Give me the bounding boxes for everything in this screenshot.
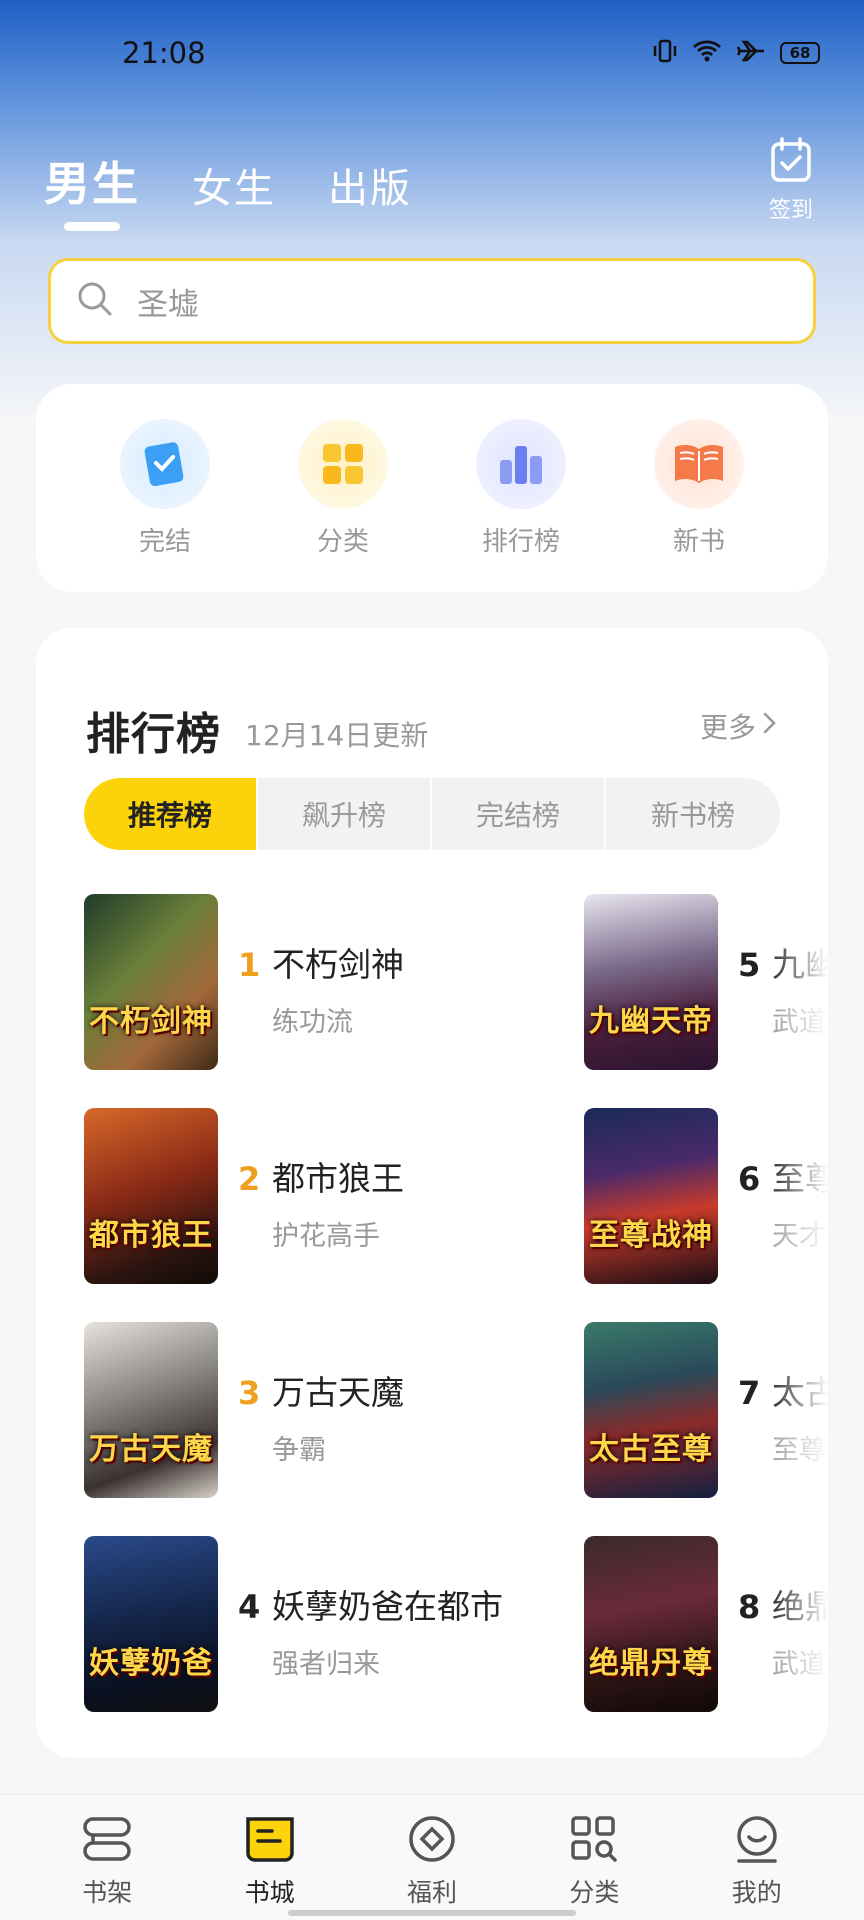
nav-bookshelf[interactable]: 书架 — [52, 1795, 162, 1920]
tab-finished[interactable]: 完结榜 — [432, 778, 606, 850]
ranking-tabs: 推荐榜 飙升榜 完结榜 新书榜 — [84, 778, 780, 850]
book-genre: 争霸 — [272, 1435, 326, 1466]
quick-link-newbooks[interactable]: 新书 — [629, 418, 769, 558]
rank-number: 4 — [238, 1588, 261, 1626]
profile-icon — [729, 1811, 785, 1871]
cover-title: 不朽剑神 — [89, 1004, 213, 1039]
quick-link-ranking[interactable]: 排行榜 — [451, 418, 591, 558]
book-title: 妖孽奶爸在都市 — [272, 1587, 503, 1626]
channel-tabs: 男生 女生 出版 — [44, 148, 464, 231]
cover-title: 绝鼎丹尊 — [589, 1646, 713, 1681]
tab-male[interactable]: 男生 — [44, 148, 140, 231]
book-cover: 太古至尊 — [584, 1322, 718, 1498]
cover-title: 九幽天帝 — [589, 1004, 713, 1039]
quick-link-label: 新书 — [672, 526, 725, 557]
book-cover: 绝鼎丹尊 — [584, 1536, 718, 1712]
bar-chart-icon — [476, 418, 566, 509]
ranking-title: 排行榜 — [86, 709, 221, 760]
bookshelf-icon — [79, 1811, 135, 1871]
book-item[interactable]: 万古天魔 3 万古天魔 争霸 — [84, 1322, 404, 1498]
cover-title: 万古天魔 — [89, 1432, 213, 1467]
cover-title: 太古至尊 — [589, 1432, 713, 1467]
book-title: 不朽剑神 — [272, 945, 404, 984]
book-title: 都市狼王 — [272, 1159, 404, 1198]
calendar-check-icon — [769, 137, 813, 188]
cover-title: 妖孽奶爸 — [89, 1646, 213, 1681]
book-cover: 万古天魔 — [84, 1322, 218, 1498]
book-genre: 护花高手 — [272, 1221, 380, 1252]
book-genre: 练功流 — [272, 1007, 353, 1038]
rank-number: 2 — [238, 1160, 261, 1198]
quick-link-finished[interactable]: 完结 — [95, 418, 235, 558]
cover-title: 都市狼王 — [89, 1218, 213, 1253]
book-genre: 强者归来 — [272, 1649, 380, 1680]
ranking-card: 排行榜 12月14日更新 更多 推荐榜 飙升榜 完结榜 新书榜 不朽剑神 1 不朽… — [36, 628, 828, 1758]
nav-welfare[interactable]: 福利 — [377, 1795, 487, 1920]
nav-label: 我的 — [731, 1878, 782, 1907]
nav-label: 书城 — [244, 1878, 295, 1907]
cover-title: 至尊战神 — [589, 1218, 713, 1253]
tab-recommend[interactable]: 推荐榜 — [84, 778, 258, 850]
status-time: 21:08 — [122, 36, 206, 70]
quick-link-label: 分类 — [316, 526, 369, 557]
signin-button[interactable]: 签到 — [762, 136, 820, 224]
chevron-right-icon — [762, 710, 778, 743]
nav-profile[interactable]: 我的 — [702, 1795, 812, 1920]
quick-link-label: 完结 — [138, 526, 191, 557]
nav-label: 福利 — [406, 1878, 457, 1907]
nav-label: 书架 — [82, 1878, 133, 1907]
nav-category[interactable]: 分类 — [539, 1795, 649, 1920]
tab-rising[interactable]: 飙升榜 — [258, 778, 432, 850]
wifi-icon — [692, 38, 722, 68]
bookstore-icon — [242, 1811, 298, 1871]
search-icon — [75, 279, 115, 323]
status-bar: 21:08 68 — [0, 0, 864, 110]
nav-bookstore[interactable]: 书城 — [215, 1795, 325, 1920]
scroll-fade — [768, 858, 828, 1758]
rank-number: 8 — [738, 1588, 761, 1626]
rank-number: 5 — [738, 946, 761, 984]
book-item[interactable]: 妖孽奶爸 4 妖孽奶爸在都市 强者归来 — [84, 1536, 503, 1712]
battery-indicator: 68 — [780, 42, 820, 64]
airplane-icon — [736, 38, 766, 68]
nav-label: 分类 — [569, 1878, 620, 1907]
book-cover: 都市狼王 — [84, 1108, 218, 1284]
quick-link-label: 排行榜 — [481, 526, 560, 557]
signin-label: 签到 — [768, 198, 813, 223]
tab-female[interactable]: 女生 — [192, 156, 276, 214]
vibrate-icon — [652, 38, 678, 68]
rank-number: 7 — [738, 1374, 761, 1412]
more-label: 更多 — [699, 711, 756, 744]
coin-icon — [404, 1811, 460, 1871]
book-item[interactable]: 不朽剑神 1 不朽剑神 练功流 — [84, 894, 404, 1070]
rank-number: 1 — [238, 946, 261, 984]
bookmark-book-icon — [120, 418, 210, 509]
ranking-updated: 12月14日更新 — [245, 719, 429, 752]
home-indicator — [288, 1910, 576, 1916]
book-title: 万古天魔 — [272, 1373, 404, 1412]
tab-publish[interactable]: 出版 — [328, 156, 412, 214]
open-book-icon — [654, 418, 744, 509]
book-cover: 九幽天帝 — [584, 894, 718, 1070]
search-input[interactable]: 圣墟 — [48, 258, 816, 344]
status-icons: 68 — [652, 38, 820, 68]
rank-number: 3 — [238, 1374, 261, 1412]
grid-tiles-icon — [298, 418, 388, 509]
rank-number: 6 — [738, 1160, 761, 1198]
book-item[interactable]: 都市狼王 2 都市狼王 护花高手 — [84, 1108, 404, 1284]
book-cover: 不朽剑神 — [84, 894, 218, 1070]
bottom-navigation: 书架 书城 福利 分类 我的 — [0, 1794, 864, 1920]
more-button[interactable]: 更多 — [700, 706, 778, 746]
search-placeholder: 圣墟 — [137, 286, 199, 323]
book-cover: 妖孽奶爸 — [84, 1536, 218, 1712]
quick-links-card: 完结 分类 排行榜 新书 — [36, 384, 828, 592]
book-cover: 至尊战神 — [584, 1108, 718, 1284]
quick-link-category[interactable]: 分类 — [273, 418, 413, 558]
tab-newbook[interactable]: 新书榜 — [606, 778, 780, 850]
category-search-icon — [566, 1811, 622, 1871]
